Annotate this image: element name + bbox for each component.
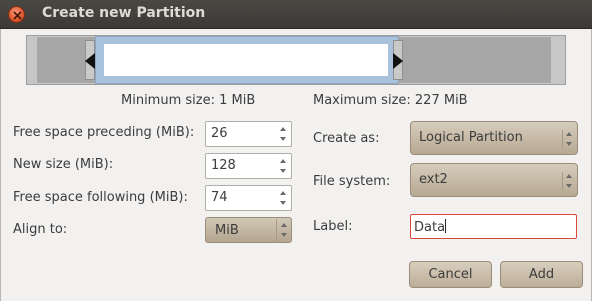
spin-arrows[interactable] (276, 155, 290, 177)
free-space-preceding-spinner[interactable]: 26 (205, 121, 292, 147)
file-system-label: File system: (313, 174, 391, 189)
title-bar: Create new Partition (0, 0, 592, 29)
partition-label-value: Data (414, 220, 446, 235)
new-size-label: New size (MiB): (13, 157, 114, 172)
close-icon (13, 11, 22, 20)
resize-left-arrow-icon (85, 53, 95, 69)
free-space-following-label: Free space following (MiB): (13, 190, 188, 205)
cancel-button[interactable]: Cancel (409, 261, 492, 288)
new-partition-fill (104, 44, 388, 76)
close-button[interactable] (8, 6, 25, 23)
partition-label-input[interactable]: Data (410, 214, 577, 239)
new-size-spinner[interactable]: 128 (205, 153, 292, 179)
new-size-value: 128 (211, 158, 236, 173)
resize-right-handle[interactable] (393, 40, 403, 80)
spin-arrows[interactable] (276, 187, 290, 209)
partition-label-label: Label: (313, 219, 353, 234)
combo-arrows (562, 172, 572, 190)
spin-up-down-icon (280, 159, 286, 173)
resize-left-handle[interactable] (85, 40, 95, 80)
file-system-value: ext2 (419, 172, 448, 187)
align-to-value: MiB (215, 223, 239, 238)
free-space-preceding-label: Free space preceding (MiB): (13, 125, 195, 140)
create-as-label: Create as: (313, 131, 380, 146)
text-caret (445, 219, 447, 233)
combo-up-down-icon (566, 174, 572, 188)
align-to-combo[interactable]: MiB (205, 217, 292, 243)
spin-up-down-icon (280, 127, 286, 141)
combo-up-down-icon (281, 223, 287, 237)
maximum-size-label: Maximum size: 227 MiB (313, 93, 468, 108)
free-space-preceding-value: 26 (211, 126, 228, 141)
partition-size-bar[interactable] (26, 35, 566, 85)
spin-arrows[interactable] (276, 123, 290, 145)
window-title: Create new Partition (42, 5, 206, 21)
free-space-following-block (395, 37, 551, 83)
create-as-value: Logical Partition (419, 130, 523, 145)
align-to-label: Align to: (13, 222, 68, 237)
resize-right-arrow-icon (393, 53, 403, 69)
file-system-combo[interactable]: ext2 (410, 163, 578, 197)
new-partition-block[interactable] (95, 36, 399, 84)
minimum-size-label: Minimum size: 1 MiB (121, 93, 256, 108)
create-as-combo[interactable]: Logical Partition (410, 121, 578, 155)
free-space-following-spinner[interactable]: 74 (205, 185, 292, 211)
spin-up-down-icon (280, 191, 286, 205)
combo-up-down-icon (566, 132, 572, 146)
free-space-following-value: 74 (211, 190, 228, 205)
add-button[interactable]: Add (500, 261, 583, 288)
combo-arrows (562, 130, 572, 148)
combo-arrows (276, 219, 290, 241)
